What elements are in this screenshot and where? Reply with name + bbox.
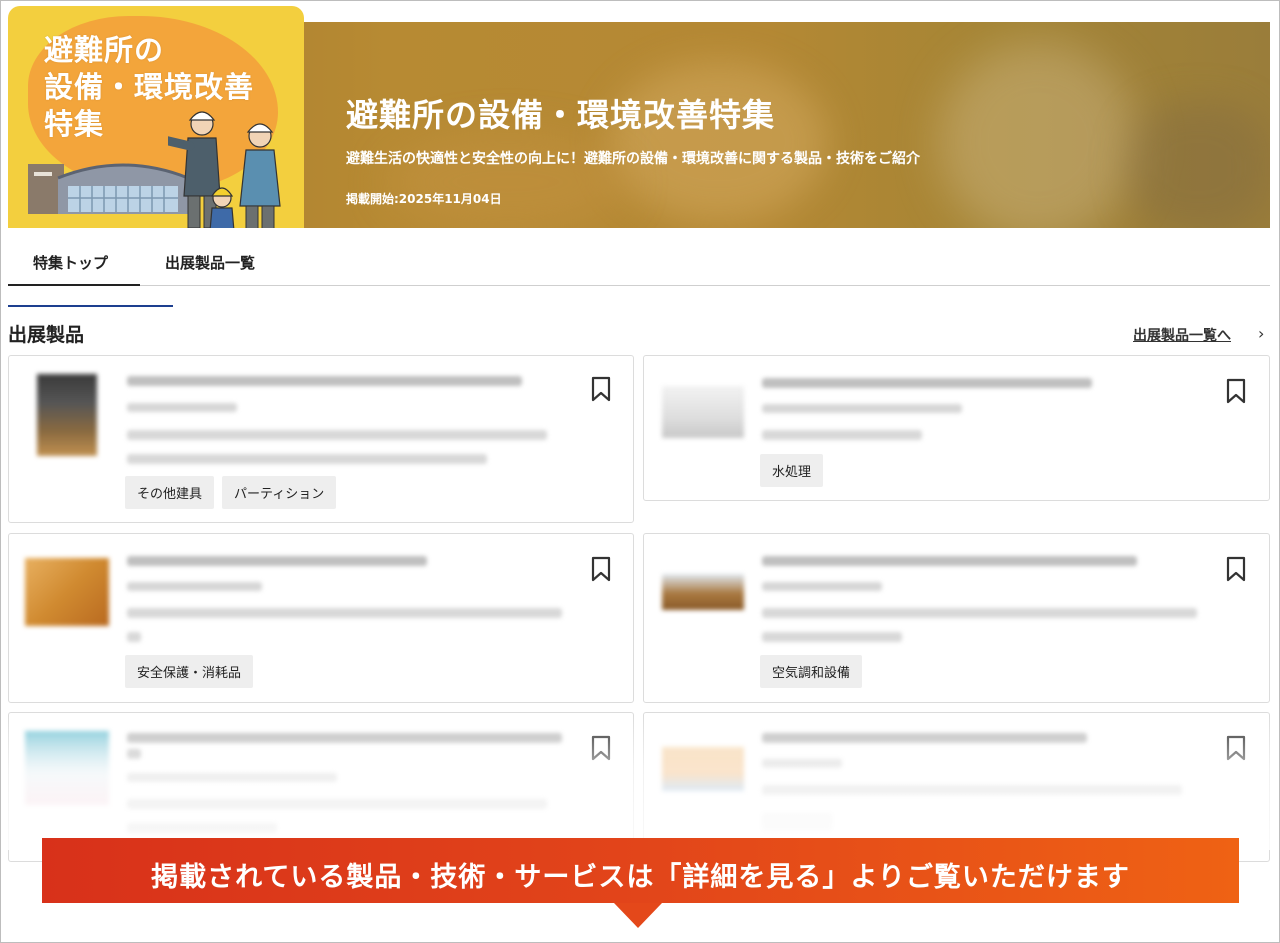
product-thumbnail[interactable] <box>37 374 97 456</box>
product-list-link[interactable]: 出展製品一覧へ <box>1133 325 1231 345</box>
product-card[interactable]: 空気調和設備 <box>643 533 1270 703</box>
callout-pointer <box>614 903 662 928</box>
product-thumbnail[interactable] <box>662 386 744 438</box>
bookmark-icon[interactable] <box>591 556 611 582</box>
product-card[interactable]: その他建具 パーティション <box>8 355 634 523</box>
content-fade-overlay <box>1 715 1279 850</box>
product-card[interactable]: 水処理 <box>643 355 1270 501</box>
tab-product-list[interactable]: 出展製品一覧 <box>165 252 255 273</box>
tab-feature-top[interactable]: 特集トップ <box>33 252 108 273</box>
bookmark-icon[interactable] <box>1226 378 1246 404</box>
active-tab-indicator <box>8 284 140 286</box>
banner-subtitle: 避難生活の快適性と安全性の向上に！避難所の設備・環境改善に関する製品・技術をご紹… <box>346 151 920 167</box>
banner-title: 避難所の設備・環境改善特集 <box>346 96 776 134</box>
product-card[interactable]: 安全保護・消耗品 <box>8 533 634 703</box>
bookmark-icon[interactable] <box>591 376 611 402</box>
product-thumbnail[interactable] <box>662 574 744 610</box>
details-callout-banner: 掲載されている製品・技術・サービスは「詳細を見る」よりご覧いただけます <box>42 838 1239 903</box>
chevron-right-icon[interactable]: › <box>1258 324 1264 343</box>
category-tag[interactable]: その他建具 <box>125 476 215 509</box>
category-tag[interactable]: 空気調和設備 <box>760 655 863 688</box>
section-accent-line <box>8 305 173 307</box>
feature-tabs: 特集トップ 出展製品一覧 <box>8 234 1270 286</box>
callout-text: 掲載されている製品・技術・サービスは「詳細を見る」よりご覧いただけます <box>151 862 1130 893</box>
banner-date: 掲載開始:2025年11月04日 <box>346 192 502 206</box>
feature-illustration: 避難所の 設備・環境改善 特集 <box>8 6 304 228</box>
evacuees-icon <box>168 111 281 228</box>
category-tag[interactable]: 安全保護・消耗品 <box>125 655 254 688</box>
category-tag[interactable]: パーティション <box>222 476 337 509</box>
product-thumbnail[interactable] <box>25 558 109 626</box>
category-tag[interactable]: 水処理 <box>760 454 824 487</box>
section-title: 出展製品 <box>8 324 85 346</box>
bookmark-icon[interactable] <box>1226 556 1246 582</box>
